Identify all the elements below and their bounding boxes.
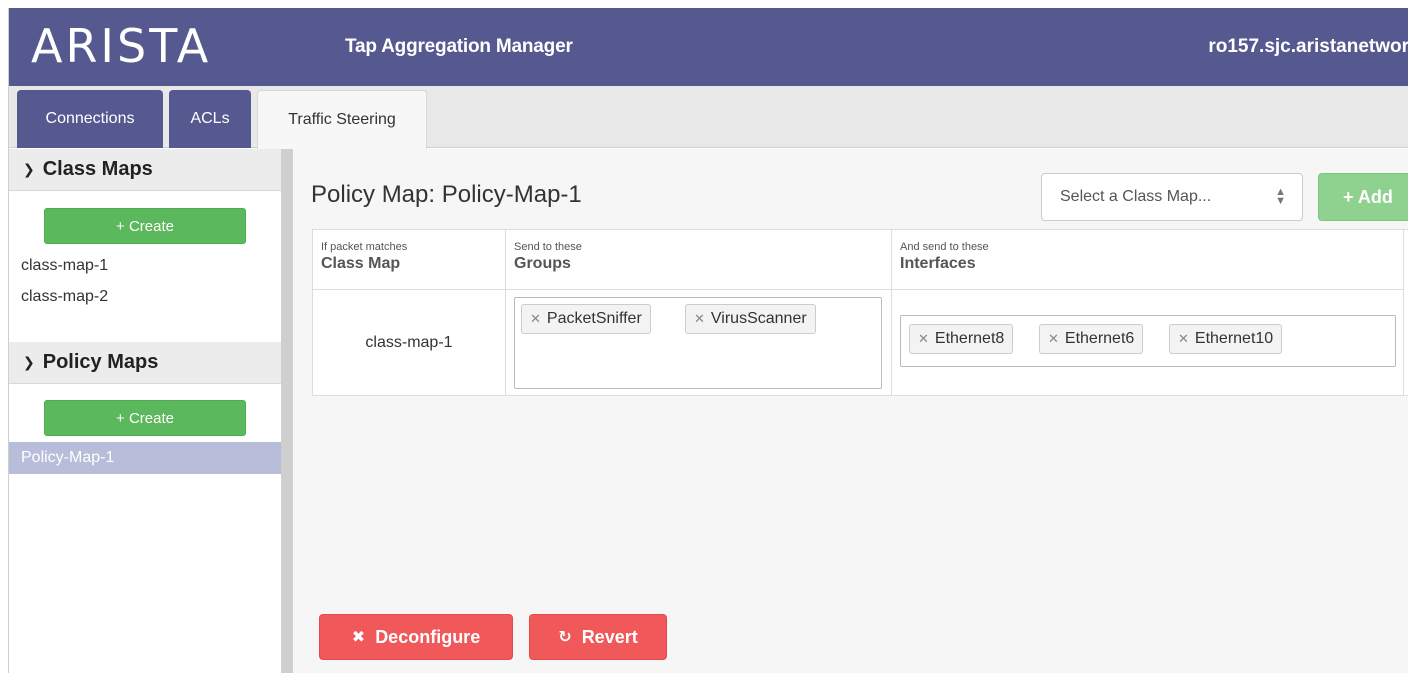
table-cell-groups: ✕ PacketSniffer ✕ VirusScanner [506,290,892,395]
pane-splitter[interactable] [281,149,293,673]
tag-label: Ethernet8 [934,330,1005,347]
sidebar: ❯ Class Maps + Create class-map-1 class-… [9,149,281,673]
tag-label: PacketSniffer [546,310,642,327]
tab-bar: Connections ACLs Traffic Steering [9,86,1408,149]
select-arrows-icon: ▲ ▼ [1275,186,1286,207]
app-title: Tap Aggregation Manager [345,36,573,57]
column-header-hint: And send to these [900,241,989,253]
logo-text: ARISTA [31,19,212,73]
remove-tag-icon[interactable]: ✕ [1048,331,1059,347]
page-title: Policy Map: Policy-Map-1 [311,181,582,208]
policy-maps-header[interactable]: ❯ Policy Maps [9,342,281,384]
hostname: ro157.sjc.aristanetwor [1208,36,1408,57]
chevron-down-icon: ❯ [23,161,35,177]
group-tag: ✕ VirusScanner [685,304,816,334]
remove-tag-icon[interactable]: ✕ [530,311,541,327]
interfaces-tag-input[interactable]: ✕ Ethernet8 ✕ Ethernet6 ✕ Ethernet10 [900,315,1396,367]
chevron-down-icon: ❯ [23,354,35,370]
remove-tag-icon[interactable]: ✕ [1178,331,1189,347]
remove-tag-icon[interactable]: ✕ [918,331,929,347]
class-map-select-value: Select a Class Map... [1060,188,1212,205]
table-cell-class-map: class-map-1 [313,290,506,395]
sidebar-item-class-map-1[interactable]: class-map-1 [21,257,108,275]
column-header-label: Interfaces [900,255,976,272]
column-header-hint: Send to these [514,241,582,253]
tag-label: VirusScanner [710,310,807,327]
interface-tag: ✕ Ethernet10 [1169,324,1283,354]
app-header: ARISTA Tap Aggregation Manager ro157.sjc… [9,8,1408,86]
column-header-hint: If packet matches [321,241,408,253]
sidebar-item-policy-map-1[interactable]: Policy-Map-1 [9,442,281,474]
app-window: ARISTA Tap Aggregation Manager ro157.sjc… [8,8,1408,673]
create-class-map-button[interactable]: + Create [44,208,246,244]
revert-button[interactable]: ↻ Revert [529,614,667,660]
refresh-icon: ↻ [558,629,572,646]
table-cell-interfaces: ✕ Ethernet8 ✕ Ethernet6 ✕ Ethernet10 [892,290,1404,395]
class-maps-header[interactable]: ❯ Class Maps [9,149,281,191]
tab-acls[interactable]: ACLs [169,90,251,148]
main-panel: Policy Map: Policy-Map-1 Select a Class … [293,149,1408,673]
create-policy-map-button[interactable]: + Create [44,400,246,436]
column-header-interfaces: And send to these Interfaces [892,230,1404,290]
interface-tag: ✕ Ethernet6 [1039,324,1144,354]
remove-tag-icon[interactable]: ✕ [694,311,705,327]
add-button[interactable]: + Add [1318,173,1408,221]
column-header-label: Groups [514,255,571,272]
policy-table: If packet matches Class Map Send to thes… [312,229,1408,396]
tab-connections[interactable]: Connections [17,90,163,148]
sidebar-item-class-map-2[interactable]: class-map-2 [21,288,108,306]
class-map-select[interactable]: Select a Class Map... ▲ ▼ [1041,173,1303,221]
column-header-class-map: If packet matches Class Map [313,230,506,290]
deconfigure-button[interactable]: ✖ Deconfigure [319,614,513,660]
column-header-groups: Send to these Groups [506,230,892,290]
revert-label: Revert [581,626,638,647]
close-icon: ✖ [351,629,366,646]
deconfigure-label: Deconfigure [375,626,481,647]
arista-logo: ARISTA [31,18,211,74]
column-header-label: Class Map [321,255,401,272]
tag-label: Ethernet10 [1194,330,1274,347]
policy-maps-title: Policy Maps [42,351,159,373]
tag-label: Ethernet6 [1064,330,1135,347]
tab-traffic-steering[interactable]: Traffic Steering [257,90,427,149]
class-map-value: class-map-1 [365,333,453,351]
interface-tag: ✕ Ethernet8 [909,324,1014,354]
class-maps-title: Class Maps [42,158,153,180]
group-tag: ✕ PacketSniffer [521,304,651,334]
groups-tag-input[interactable]: ✕ PacketSniffer ✕ VirusScanner [514,297,882,389]
